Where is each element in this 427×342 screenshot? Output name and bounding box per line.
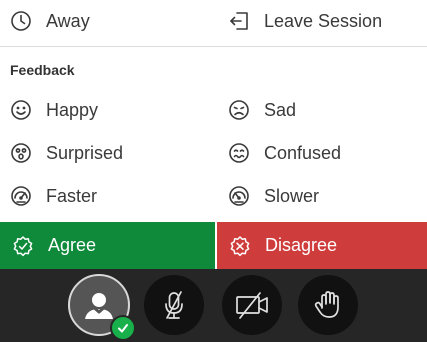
status-check-icon — [110, 315, 136, 341]
feedback-sad-label: Sad — [264, 99, 297, 120]
sad-face-icon — [228, 99, 250, 121]
feedback-section-title: Feedback — [10, 62, 75, 78]
feedback-surprised[interactable]: Surprised — [10, 133, 123, 173]
microphone-off-icon — [157, 288, 191, 322]
status-row: Away Leave Session — [0, 1, 427, 41]
raise-hand-button[interactable] — [298, 275, 358, 335]
away-option[interactable]: Away — [10, 1, 90, 41]
camera-off-icon — [232, 288, 272, 322]
feedback-slower[interactable]: Slower — [228, 176, 319, 216]
disagree-label: Disagree — [265, 235, 338, 255]
feedback-sad[interactable]: Sad — [228, 90, 296, 130]
camera-button[interactable] — [222, 275, 282, 335]
feedback-confused[interactable]: Confused — [228, 133, 341, 173]
agree-button[interactable]: Agree — [0, 222, 215, 269]
disagree-button[interactable]: Disagree — [217, 222, 427, 269]
slower-gauge-icon — [228, 185, 250, 207]
feedback-happy[interactable]: Happy — [10, 90, 98, 130]
leave-session-option[interactable]: Leave Session — [228, 1, 382, 41]
feedback-surprised-label: Surprised — [46, 142, 124, 163]
microphone-button[interactable] — [144, 275, 204, 335]
status-menu: Away Leave Session Feedback Happy Sad Su… — [0, 0, 427, 342]
feedback-slower-label: Slower — [264, 185, 320, 206]
faster-gauge-icon — [10, 185, 32, 207]
feedback-faster[interactable]: Faster — [10, 176, 97, 216]
clock-icon — [10, 10, 32, 32]
feedback-happy-label: Happy — [46, 99, 99, 120]
feedback-row: Happy Sad — [0, 90, 427, 130]
confused-face-icon — [228, 142, 250, 164]
feedback-row: Faster Slower — [0, 176, 427, 216]
happy-face-icon — [10, 99, 32, 121]
leave-session-label: Leave Session — [264, 10, 383, 31]
x-badge-icon — [229, 235, 251, 257]
session-toolbar — [0, 269, 427, 342]
agree-label: Agree — [48, 235, 97, 255]
exit-icon — [228, 10, 250, 32]
thumbs-badge-icon — [12, 235, 34, 257]
feedback-faster-label: Faster — [46, 185, 98, 206]
feedback-confused-label: Confused — [264, 142, 342, 163]
surprised-face-icon — [10, 142, 32, 164]
raise-hand-icon — [311, 288, 345, 322]
menu-divider — [0, 46, 427, 47]
feedback-row: Surprised Confused — [0, 133, 427, 173]
away-label: Away — [46, 10, 90, 31]
